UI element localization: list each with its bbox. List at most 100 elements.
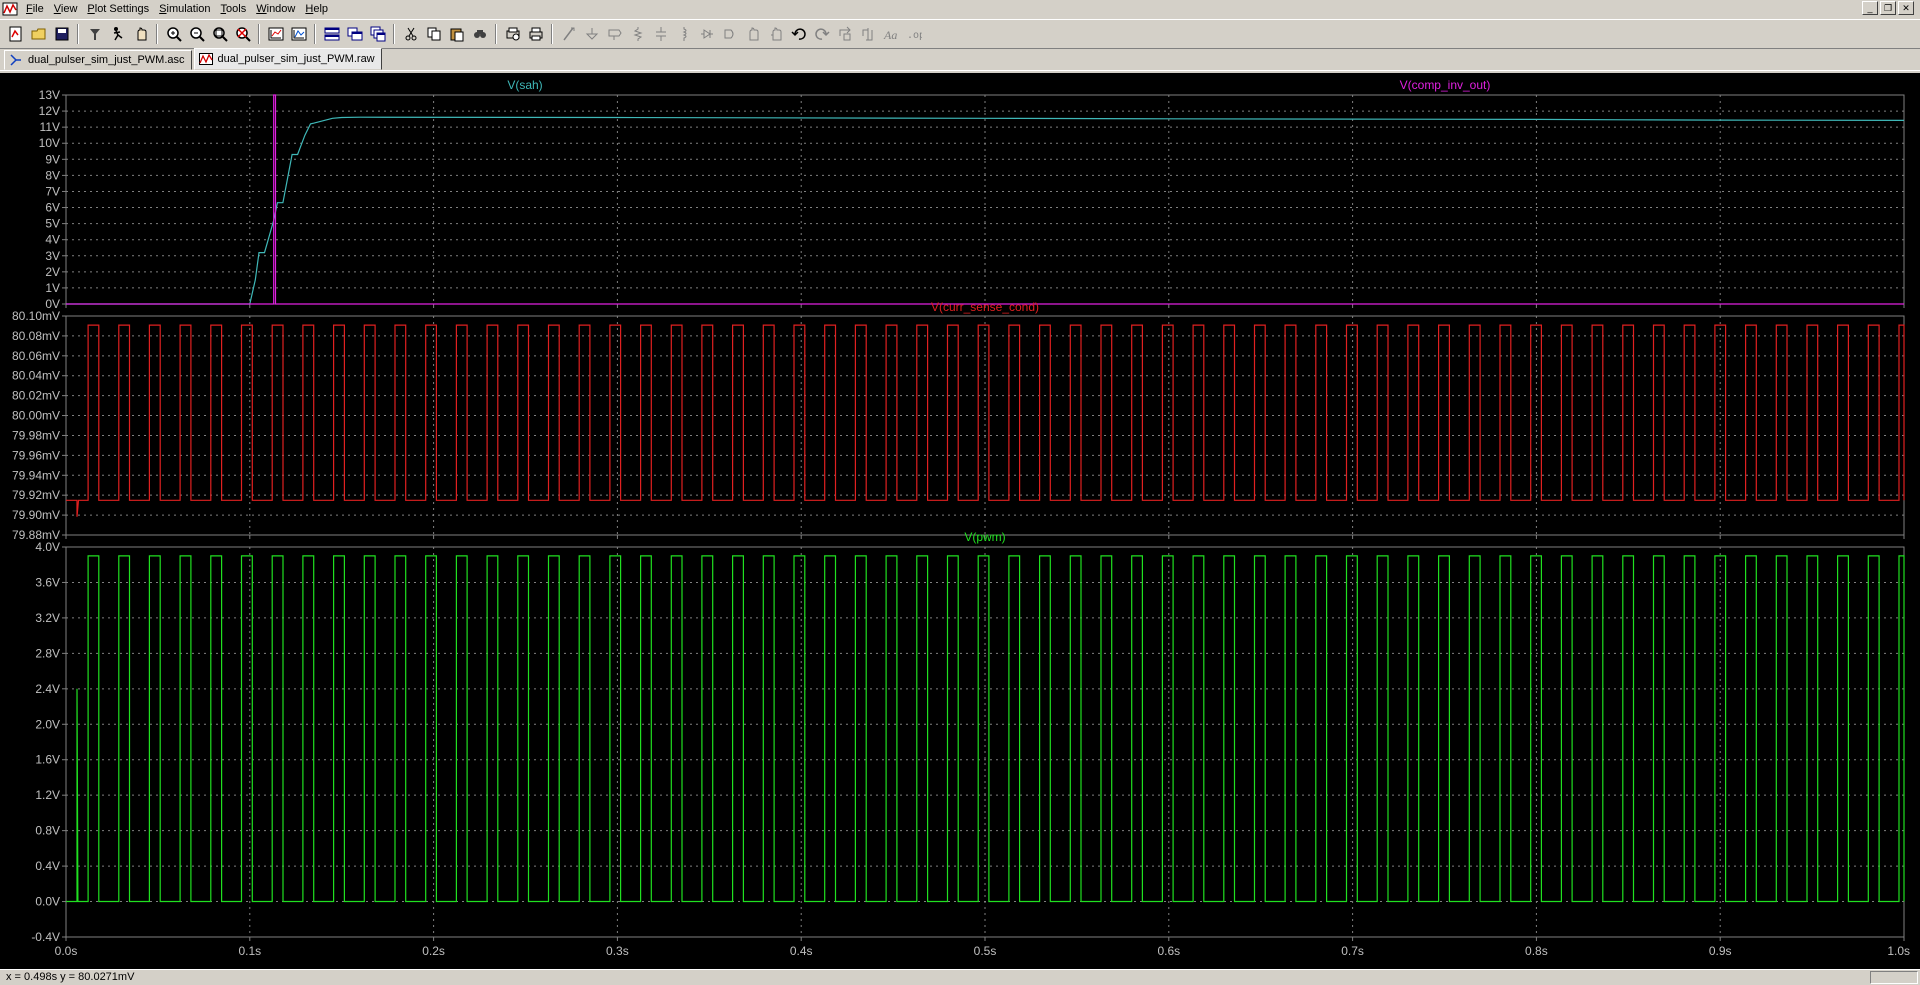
y-tick-label: 2V	[45, 265, 60, 279]
autorange-icon	[268, 27, 283, 41]
y-tick-label: 79.90mV	[12, 508, 60, 522]
control-panel-button[interactable]	[83, 23, 106, 45]
copy-button[interactable]	[422, 23, 445, 45]
x-tick-label: 0.0s	[55, 944, 78, 958]
y-tick-label: 80.00mV	[12, 409, 60, 423]
run-icon	[113, 27, 122, 41]
minimize-button[interactable]: _	[1862, 1, 1878, 15]
y-tick-label: 80.04mV	[12, 369, 60, 383]
mirror-icon	[862, 28, 872, 41]
y-tick-label: 1.6V	[35, 753, 60, 767]
mirror-button[interactable]	[856, 23, 879, 45]
x-tick-label: 0.8s	[1525, 944, 1548, 958]
autorange-button[interactable]	[264, 23, 287, 45]
y-tick-label: 5V	[45, 217, 60, 231]
waveform-plot[interactable]: 13V12V11V10V9V8V7V6V5V4V3V2V1V0V80.10mV8…	[0, 73, 1920, 969]
print-button[interactable]	[524, 23, 547, 45]
text-button[interactable]: Aa	[879, 23, 902, 45]
print-preview-icon	[506, 27, 519, 41]
resistor-button[interactable]	[626, 23, 649, 45]
x-tick-label: 0.4s	[790, 944, 813, 958]
y-tick-label: 4.0V	[35, 540, 60, 554]
y-tick-label: 80.08mV	[12, 329, 60, 343]
drag-button[interactable]	[764, 23, 787, 45]
ltspice-app-icon[interactable]	[2, 1, 18, 17]
y-tick-label: 7V	[45, 184, 60, 198]
menu-tools[interactable]: Tools	[216, 0, 252, 18]
trace-label-comp-inv-out[interactable]: V(comp_inv_out)	[1400, 78, 1491, 92]
run-button[interactable]	[106, 23, 129, 45]
capacitor-button[interactable]	[649, 23, 672, 45]
print-preview-button[interactable]	[501, 23, 524, 45]
toolbar-separator	[314, 24, 316, 44]
add-trace-button[interactable]	[287, 23, 310, 45]
capacitor-icon	[655, 27, 666, 41]
menu-help[interactable]: Help	[300, 0, 333, 18]
resistor-icon	[632, 27, 643, 41]
new-schematic-button[interactable]	[4, 23, 27, 45]
zoom-fit-icon	[212, 27, 228, 42]
x-tick-label: 0.5s	[974, 944, 997, 958]
trace-label-sah[interactable]: V(sah)	[507, 78, 542, 92]
tile-horizontal-button[interactable]	[320, 23, 343, 45]
menu-bar: File View Plot Settings Simulation Tools Wind…	[0, 0, 1920, 18]
tile-vertical-button[interactable]	[343, 23, 366, 45]
new-schematic-icon	[9, 26, 21, 42]
tab-label: dual_pulser_sim_just_PWM.asc	[28, 54, 185, 66]
zoom-out-button[interactable]	[185, 23, 208, 45]
y-tick-label: 79.96mV	[12, 448, 60, 462]
cut-button[interactable]	[399, 23, 422, 45]
y-tick-label: 80.02mV	[12, 389, 60, 403]
zoom-out-icon	[189, 27, 205, 42]
diode-icon	[700, 29, 713, 39]
menu-file[interactable]: File	[21, 0, 49, 18]
redo-button[interactable]	[810, 23, 833, 45]
zoom-in-button[interactable]	[162, 23, 185, 45]
diode-button[interactable]	[695, 23, 718, 45]
x-tick-label: 1.0s	[1887, 944, 1910, 958]
waveform-icon	[198, 53, 213, 65]
zoom-fit-button[interactable]	[208, 23, 231, 45]
find-button[interactable]	[468, 23, 491, 45]
undo-button[interactable]	[787, 23, 810, 45]
cascade-button[interactable]	[366, 23, 389, 45]
y-tick-label: 3V	[45, 249, 60, 263]
spice-directive-button[interactable]: .op	[902, 23, 925, 45]
component-button[interactable]	[718, 23, 741, 45]
close-button[interactable]: ✕	[1898, 1, 1914, 15]
svg-text:Aa: Aa	[883, 28, 897, 42]
x-tick-label: 0.3s	[606, 944, 629, 958]
move-button[interactable]	[741, 23, 764, 45]
y-tick-label: 1.2V	[35, 788, 60, 802]
tab-schematic[interactable]: dual_pulser_sim_just_PWM.asc	[4, 50, 192, 70]
save-button[interactable]	[50, 23, 73, 45]
y-tick-label: 3.6V	[35, 575, 60, 589]
menu-plot-settings[interactable]: Plot Settings	[82, 0, 154, 18]
mdi-window-controls: _ ❐ ✕	[1862, 1, 1914, 15]
draw-wire-button[interactable]	[557, 23, 580, 45]
label-net-button[interactable]	[603, 23, 626, 45]
menu-view[interactable]: View	[49, 0, 83, 18]
inductor-button[interactable]	[672, 23, 695, 45]
menu-simulation[interactable]: Simulation	[154, 0, 215, 18]
waveform-viewer[interactable]: 13V 12V 11V 10V 9V 8V 7V 6V 5V 4V 3V 2V 1V 0V 80.10mV 8…	[0, 73, 1920, 969]
open-button[interactable]	[27, 23, 50, 45]
tile-vertical-icon	[347, 27, 362, 41]
tab-waveform[interactable]: dual_pulser_sim_just_PWM.raw	[193, 48, 382, 70]
schematic-icon	[10, 54, 21, 66]
restore-button[interactable]: ❐	[1880, 1, 1896, 15]
zoom-cancel-button[interactable]	[231, 23, 254, 45]
x-tick-label: 0.9s	[1709, 944, 1732, 958]
y-tick-label: 9V	[45, 152, 60, 166]
y-tick-label: 8V	[45, 168, 60, 182]
open-icon	[31, 28, 45, 40]
label-net-icon	[608, 29, 622, 40]
ground-button[interactable]	[580, 23, 603, 45]
y-tick-label: 79.94mV	[12, 468, 60, 482]
trace-label-curr-sense-cond[interactable]: V(curr_sense_cond)	[931, 300, 1039, 314]
paste-button[interactable]	[445, 23, 468, 45]
trace-label-pwm[interactable]: V(pwm)	[964, 530, 1005, 544]
rotate-button[interactable]	[833, 23, 856, 45]
menu-window[interactable]: Window	[251, 0, 300, 18]
halt-button[interactable]	[129, 23, 152, 45]
